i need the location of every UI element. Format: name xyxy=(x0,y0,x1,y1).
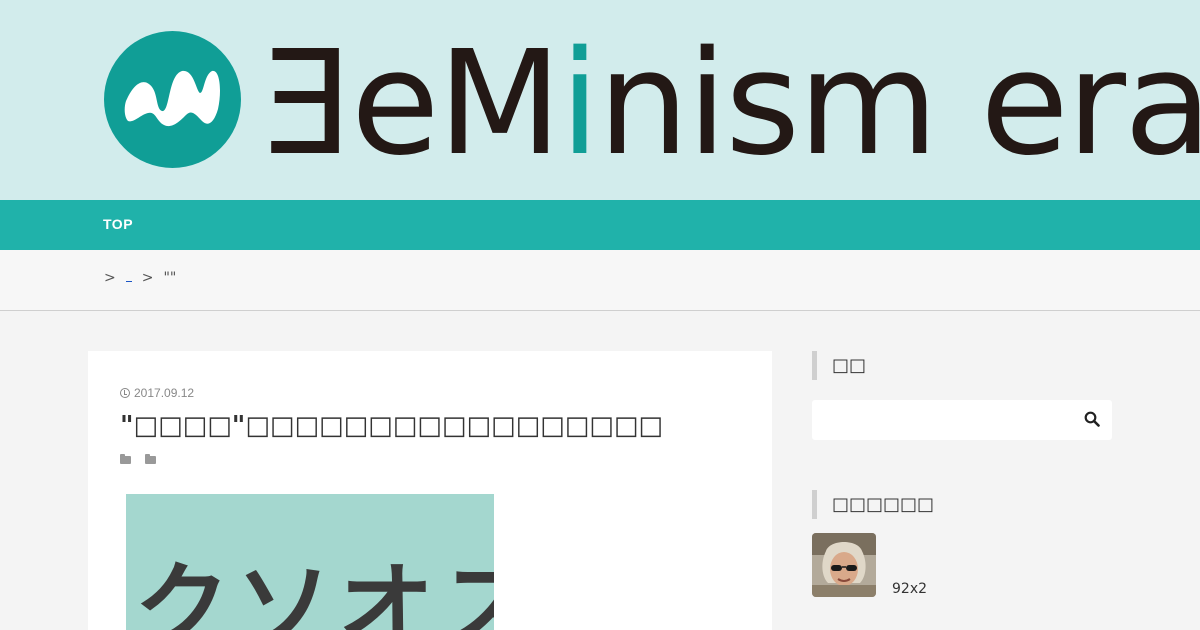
logo-text-part3: era xyxy=(980,19,1200,187)
clock-icon xyxy=(120,388,130,398)
popular-post-thumbnail[interactable] xyxy=(812,533,876,597)
thumbnail-text: クソオス xyxy=(134,552,494,630)
search-button[interactable] xyxy=(1072,400,1112,440)
logo-text-part1: ƎeM xyxy=(262,19,562,187)
search-icon xyxy=(1084,411,1100,427)
post-date-text: 2017.09.12 xyxy=(134,386,195,400)
logo-text-part2: nism xyxy=(597,19,939,187)
search-form xyxy=(812,400,1112,440)
nav-item-top[interactable]: TOP xyxy=(103,216,133,232)
global-nav: TOP xyxy=(0,200,1200,250)
site-logo-icon[interactable] xyxy=(104,31,241,168)
article-title: "□□□□"□□□□□□□□□□□□□□□□□ xyxy=(120,411,663,441)
popular-widget-title: □□□□□□ xyxy=(812,490,934,519)
article-thumbnail: クソオス xyxy=(126,494,494,630)
post-date: 2017.09.12 xyxy=(120,386,194,400)
search-widget-title: □□ xyxy=(812,351,866,380)
popular-post-title[interactable]: 92x2 xyxy=(892,581,932,598)
breadcrumb-separator: > xyxy=(104,270,116,286)
site-logo-text[interactable]: ƎeMinism era xyxy=(262,28,1200,178)
breadcrumb-link[interactable] xyxy=(125,273,132,282)
breadcrumb-current: "" xyxy=(163,270,177,286)
article-card: 2017.09.12 "□□□□"□□□□□□□□□□□□□□□□□ クソオス xyxy=(88,351,772,630)
folder-icon[interactable] xyxy=(120,454,131,464)
search-input[interactable] xyxy=(812,400,1072,440)
folder-icon[interactable] xyxy=(145,454,156,464)
breadcrumb-separator: > xyxy=(141,270,154,286)
breadcrumb: > > "" xyxy=(0,250,1200,311)
logo-text-i: i xyxy=(559,19,600,187)
category-list xyxy=(120,449,170,468)
site-header: ƎeMinism era xyxy=(0,0,1200,200)
